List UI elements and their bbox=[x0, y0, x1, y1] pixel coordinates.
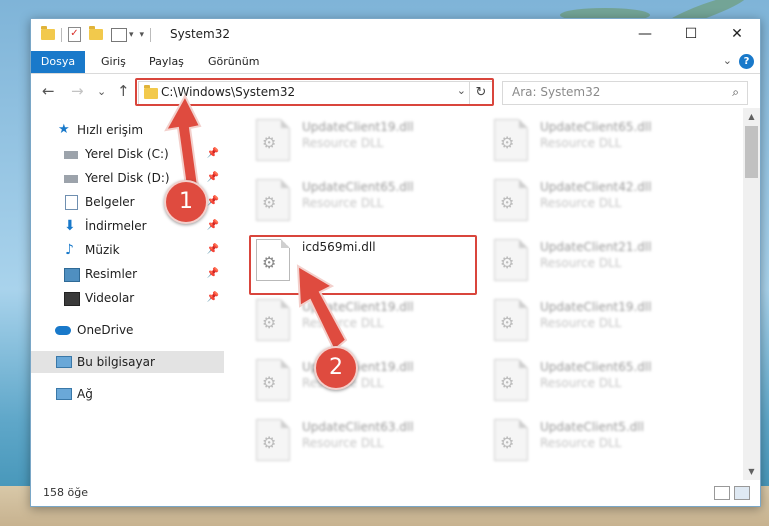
annotation-arrows bbox=[164, 93, 348, 352]
arrow-2-shape bbox=[296, 264, 348, 352]
callout-step-1: 1 bbox=[164, 180, 208, 224]
callout-step-2: 2 bbox=[314, 346, 358, 390]
